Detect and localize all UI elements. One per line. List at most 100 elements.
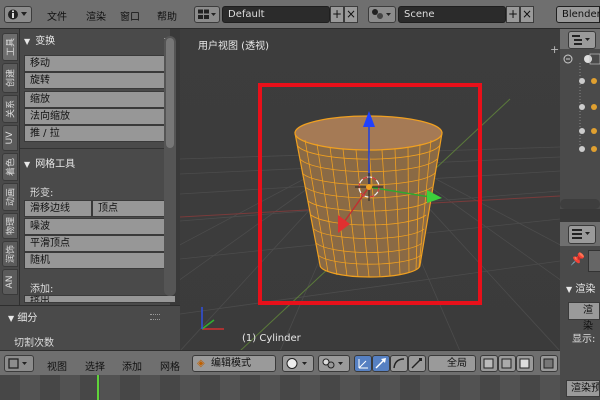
collapse-triangle-icon: ▼ [24,160,31,169]
render-panel-header[interactable]: ▼ 渲染 [566,280,595,295]
view-menu[interactable]: 视图 [47,358,67,373]
drag-handle-icon[interactable] [150,314,160,320]
mesh-tools-panel-header[interactable]: ▼ 网格工具 [24,155,176,171]
manipulator-toggle[interactable] [354,355,372,372]
tab-create[interactable]: 创建 [2,63,18,93]
add-label: 添加: [30,284,54,295]
info-icon [8,9,27,20]
outliner-icon [572,35,590,45]
tab-shading[interactable]: 着色 [2,153,18,181]
3d-viewport[interactable]: 用户视图 (透视) (1) Cylinder + [180,29,560,351]
add-screen-button[interactable]: + [330,6,344,23]
properties-panel-lower [560,350,600,375]
deform-label: 形变: [30,188,54,199]
mode-select[interactable]: ◈ 编辑模式 [192,355,276,372]
scrollbar-thumb[interactable] [166,38,174,148]
scene-field[interactable]: Scene [398,6,506,23]
delete-screen-button[interactable]: × [344,6,358,23]
viewport-shading-select[interactable] [282,355,314,372]
render-camera-icon[interactable] [588,250,600,272]
render-engine-select[interactable]: Blender [556,6,600,23]
viewport-scene[interactable] [180,29,560,351]
render-button[interactable]: 渲染 [568,302,600,332]
tab-physics[interactable]: 物理 [2,213,18,239]
mesh-menu[interactable]: 网格 [160,358,180,373]
menu-help[interactable]: 帮助 [157,8,177,23]
pivot-point-select[interactable] [318,355,350,372]
outliner-scrollbar[interactable] [560,199,600,209]
smooth-vertex-button[interactable]: 平滑顶点 [24,235,176,252]
properties-icon [572,229,590,239]
rotate-arc-icon [393,358,405,369]
menu-window[interactable]: 窗口 [120,8,140,23]
tab-an[interactable]: AN [2,269,18,295]
close-icon: × [345,7,357,21]
tab-relations[interactable]: 关系 [2,95,18,123]
noise-button[interactable]: 噪波 [24,218,176,235]
properties-editor-button[interactable] [568,225,596,244]
expand-plus-icon[interactable]: + [550,43,559,56]
timeline-grid [0,375,560,400]
render-preset-select[interactable]: 渲染预 [566,380,600,397]
current-frame-marker[interactable] [97,375,99,400]
menu-render[interactable]: 渲染 [86,8,106,23]
pin-icon[interactable]: 📌 [570,252,585,266]
edge-slide-button[interactable]: 滑移边线 [24,200,92,217]
tool-shelf: ▼ 变换 移动 旋转 缩放 法向缩放 推 / 拉 ▼ 网格工具 形变: 滑移边线… [20,29,176,350]
collapse-triangle-icon: ▼ [24,37,31,46]
scene-icon-button[interactable] [368,6,396,23]
tool-tabs: 工具 创建 关系 UV 着色 动画 物理 润饰 AN [0,29,20,350]
scene-icon [372,9,391,19]
rotate-toggle[interactable] [390,355,408,372]
area-divider [560,209,600,222]
properties-header [560,222,600,246]
add-scene-button[interactable]: + [506,6,520,23]
occlude-cube-icon [543,358,554,369]
scale-icon [411,358,422,369]
tab-animation[interactable]: 动画 [2,183,18,211]
operator-panel: ▼ 细分 切割次数 [0,305,180,350]
scale-button[interactable]: 缩放 [24,91,176,108]
plus-icon: + [507,7,519,21]
delete-scene-button[interactable]: × [520,6,534,23]
view-name-label: 用户视图 (透视) [198,41,269,52]
shelf-scrollbar[interactable] [164,36,176,296]
add-menu[interactable]: 添加 [122,358,142,373]
menu-file[interactable]: 文件 [47,8,67,23]
outliner-tree [563,53,600,152]
outliner-editor-button[interactable] [568,31,596,49]
transform-orientation-select[interactable]: 全局 [428,355,476,372]
extrude-button[interactable]: 挤出 [24,295,176,303]
display-label: 显示: [572,334,596,345]
rotate-button[interactable]: 旋转 [24,72,176,89]
select-menu[interactable]: 选择 [85,358,105,373]
push-pull-button[interactable]: 推 / 拉 [24,125,176,142]
edge-cube-icon [501,358,512,369]
layout-grid-icon [198,9,216,19]
translate-toggle[interactable] [372,355,390,372]
viewport-editor-button[interactable] [4,355,34,372]
scale-toggle[interactable] [408,355,426,372]
screen-layout-field[interactable]: Default [222,6,330,23]
limit-selection-toggle[interactable] [540,355,558,372]
collapse-triangle-icon: ▼ [566,285,573,294]
tab-tools[interactable]: 工具 [2,33,18,61]
screen-layout-icon-button[interactable] [194,6,220,23]
timeline[interactable] [0,375,560,400]
manipulator-icon [358,359,368,369]
transform-panel-header[interactable]: ▼ 变换 [24,32,176,48]
edge-select-mode[interactable] [498,355,516,372]
tab-grease[interactable]: 润饰 [2,241,18,267]
solid-sphere-icon [286,358,307,369]
face-select-mode[interactable] [516,355,534,372]
subdivide-panel-header[interactable]: ▼ 细分 [8,309,37,324]
vertex-select-mode[interactable] [480,355,498,372]
move-button[interactable]: 移动 [24,55,176,72]
arrow-icon [375,358,386,369]
shrink-fatten-button[interactable]: 法向缩放 [24,108,176,125]
randomize-button[interactable]: 随机 [24,252,176,269]
tab-uv[interactable]: UV [2,125,18,151]
outliner[interactable] [560,49,600,209]
close-icon: × [521,7,533,21]
editor-type-button[interactable] [4,6,32,23]
